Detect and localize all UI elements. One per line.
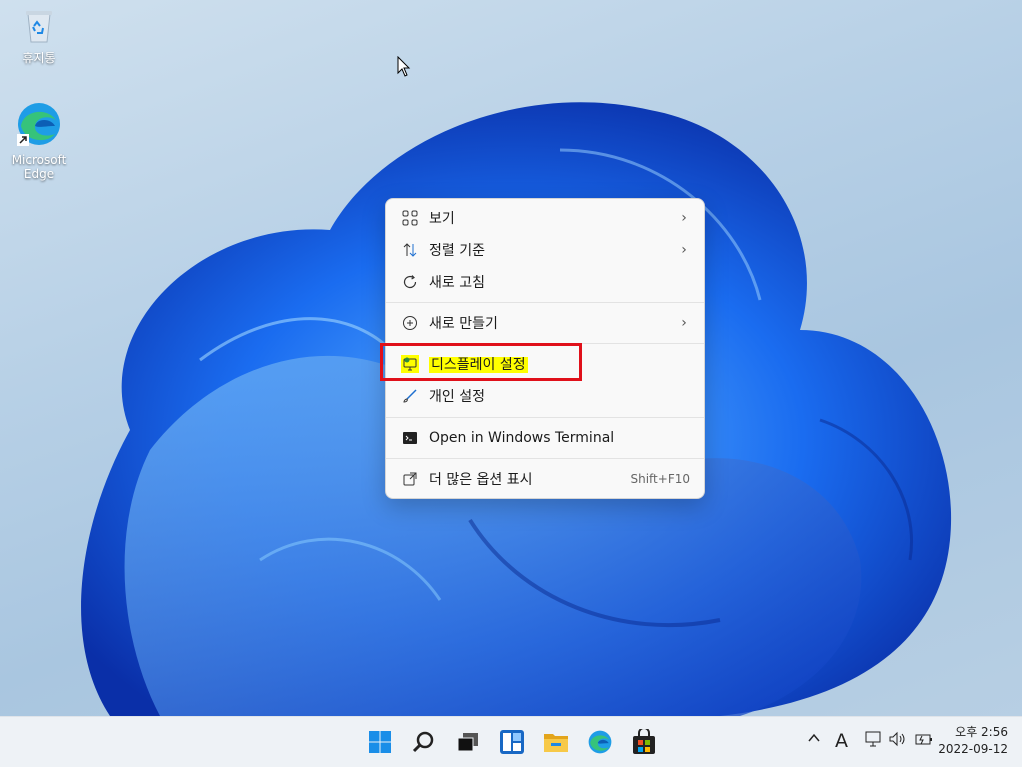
chevron-up-icon: [808, 733, 820, 742]
taskbar: A 오후 2:56 2022-09-12: [0, 716, 1022, 767]
menu-item-label: 보기: [429, 211, 455, 227]
desktop-icon-label: 휴지통: [22, 51, 56, 65]
recycle-bin-icon: [19, 6, 59, 49]
new-plus-icon: [401, 314, 419, 332]
clock-time: 오후 2:56: [955, 725, 1008, 739]
menu-item-personalize[interactable]: 개인 설정: [390, 381, 700, 411]
menu-item-show-more-options[interactable]: 더 많은 옵션 표시 Shift+F10: [390, 464, 700, 494]
mouse-cursor-icon: [397, 56, 411, 77]
annotation-red-box: [380, 343, 582, 381]
more-options-icon: [401, 470, 419, 488]
menu-item-open-terminal[interactable]: Open in Windows Terminal: [390, 423, 700, 453]
desktop-icon-label: Microsoft Edge: [11, 153, 67, 181]
store-icon: [633, 729, 655, 754]
menu-separator: [386, 417, 704, 418]
menu-item-refresh[interactable]: 새로 고침: [390, 267, 700, 297]
start-icon: [369, 731, 391, 753]
sort-icon: [401, 241, 419, 259]
start-button[interactable]: [364, 726, 396, 758]
menu-separator: [386, 458, 704, 459]
battery-icon[interactable]: [913, 731, 933, 752]
menu-item-new[interactable]: 새로 만들기 ›: [390, 308, 700, 338]
store-button[interactable]: [628, 726, 660, 758]
menu-item-view[interactable]: 보기 ›: [390, 203, 700, 233]
input-indicator[interactable]: A: [835, 730, 848, 752]
chevron-right-icon: ›: [681, 210, 687, 226]
personalize-brush-icon: [401, 387, 419, 405]
search-icon: [412, 731, 434, 753]
chevron-right-icon: ›: [681, 242, 687, 258]
desktop-icon-edge[interactable]: Microsoft Edge: [4, 100, 74, 181]
menu-item-sort-by[interactable]: 정렬 기준 ›: [390, 235, 700, 265]
edge-taskbar-button[interactable]: [584, 726, 616, 758]
refresh-icon: [401, 273, 419, 291]
network-icon[interactable]: [864, 731, 882, 752]
grid-view-icon: [401, 209, 419, 227]
task-view-button[interactable]: [452, 726, 484, 758]
show-hidden-icons-button[interactable]: [806, 730, 822, 751]
edge-icon: [15, 100, 63, 151]
file-explorer-button[interactable]: [540, 726, 572, 758]
volume-icon[interactable]: [888, 731, 908, 752]
widgets-icon: [500, 730, 524, 754]
shortcut-label: Shift+F10: [630, 472, 690, 486]
file-explorer-icon: [544, 734, 568, 752]
menu-item-label: Open in Windows Terminal: [429, 430, 615, 446]
taskbar-clock[interactable]: 오후 2:56 2022-09-12: [938, 724, 1008, 758]
terminal-icon: [401, 429, 419, 447]
search-button[interactable]: [408, 726, 440, 758]
menu-item-label: 새로 고침: [429, 275, 485, 291]
menu-item-label: 정렬 기준: [429, 243, 485, 259]
chevron-right-icon: ›: [681, 315, 687, 331]
task-view-icon: [457, 733, 478, 752]
menu-item-label: 새로 만들기: [429, 316, 498, 332]
desktop-icon-recycle-bin[interactable]: 휴지통: [4, 6, 74, 65]
menu-item-label: 개인 설정: [429, 389, 485, 405]
menu-separator: [386, 302, 704, 303]
widgets-button[interactable]: [496, 726, 528, 758]
menu-item-label: 더 많은 옵션 표시: [429, 472, 533, 488]
edge-icon: [588, 730, 612, 754]
clock-date: 2022-09-12: [938, 742, 1008, 756]
